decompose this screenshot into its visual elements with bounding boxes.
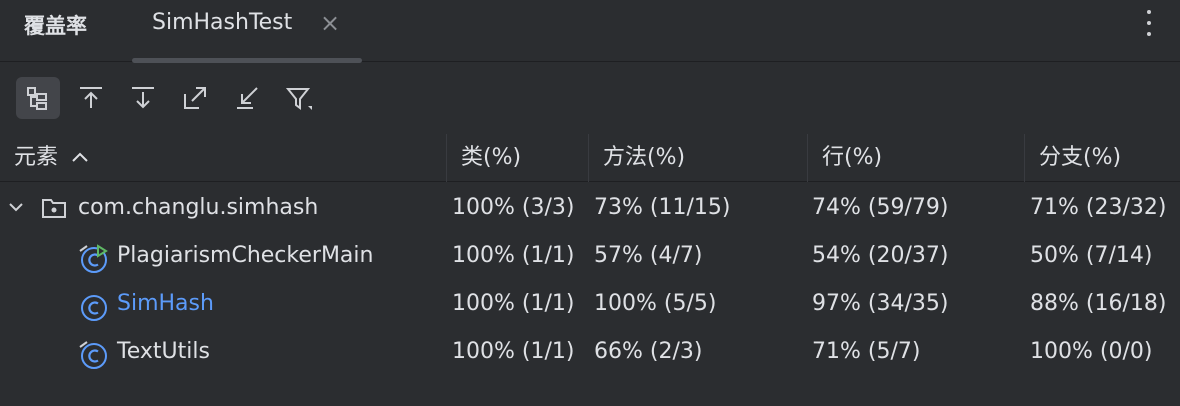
column-header-element[interactable]: 元素 [0, 134, 446, 182]
method-coverage: 100% (5/5) [594, 291, 717, 316]
sort-ascending-icon [72, 152, 88, 162]
table-row[interactable]: com.changlu.simhash 100% (3/3) 73% (11/1… [0, 184, 1180, 232]
line-coverage: 71% (5/7) [812, 339, 921, 364]
branch-coverage: 100% (0/0) [1030, 339, 1153, 364]
column-label: 元素 [14, 145, 59, 170]
column-header-branch[interactable]: 分支(%) [1024, 134, 1180, 182]
close-icon[interactable]: × [320, 9, 340, 37]
flatten-packages-button[interactable] [16, 77, 60, 119]
chevron-down-icon[interactable] [6, 197, 26, 217]
navigate-up-icon [80, 87, 102, 108]
more-options-icon[interactable] [1142, 8, 1156, 38]
navigate-down-icon [132, 87, 154, 109]
navigate-down-button[interactable] [121, 77, 165, 119]
column-header-method[interactable]: 方法(%) [588, 134, 807, 182]
branch-coverage: 71% (23/32) [1030, 195, 1167, 220]
export-button[interactable] [173, 77, 217, 119]
method-coverage: 73% (11/15) [594, 195, 731, 220]
element-name: com.changlu.simhash [78, 195, 319, 220]
column-header-line[interactable]: 行(%) [807, 134, 1024, 182]
line-coverage: 97% (34/35) [812, 291, 949, 316]
line-coverage: 54% (20/37) [812, 243, 949, 268]
coverage-panel: 覆盖率 SimHashTest × 元素 类(%) 方法(%) 行(%) 分支(… [0, 0, 1180, 406]
method-coverage: 57% (4/7) [594, 243, 703, 268]
import-icon [237, 87, 258, 109]
runnable-class-icon [79, 244, 108, 273]
table-row[interactable]: SimHash 100% (1/1) 100% (5/5) 97% (34/35… [0, 280, 1180, 328]
navigate-up-button[interactable] [69, 77, 113, 119]
class-coverage: 100% (3/3) [452, 195, 575, 220]
class-icon [79, 341, 107, 369]
tab-label: SimHashTest [152, 10, 293, 35]
element-name: SimHash [117, 291, 214, 316]
class-coverage: 100% (1/1) [452, 339, 575, 364]
export-icon [184, 87, 206, 109]
table-header: 元素 类(%) 方法(%) 行(%) 分支(%) [0, 134, 1180, 182]
table-row[interactable]: TextUtils 100% (1/1) 66% (2/3) 71% (5/7)… [0, 328, 1180, 376]
tab-active-indicator [132, 58, 362, 63]
panel-title: 覆盖率 [24, 14, 87, 38]
import-button[interactable] [225, 77, 269, 119]
table-row[interactable]: PlagiarismCheckerMain 100% (1/1) 57% (4/… [0, 232, 1180, 280]
tab-simhashtest[interactable]: SimHashTest × [128, 0, 362, 63]
filter-icon [285, 88, 312, 110]
class-coverage: 100% (1/1) [452, 291, 575, 316]
tab-bar: 覆盖率 SimHashTest × [0, 0, 1180, 63]
class-coverage: 100% (1/1) [452, 243, 575, 268]
filter-button[interactable] [277, 77, 321, 119]
element-name: PlagiarismCheckerMain [117, 243, 374, 268]
coverage-toolbar [0, 64, 1180, 128]
line-coverage: 74% (59/79) [812, 195, 949, 220]
element-name: TextUtils [117, 339, 210, 364]
column-header-class[interactable]: 类(%) [446, 134, 588, 182]
package-folder-icon [42, 199, 66, 218]
branch-coverage: 50% (7/14) [1030, 243, 1153, 268]
method-coverage: 66% (2/3) [594, 339, 703, 364]
flatten-packages-icon [27, 87, 47, 110]
branch-coverage: 88% (16/18) [1030, 291, 1167, 316]
class-icon [81, 295, 107, 321]
